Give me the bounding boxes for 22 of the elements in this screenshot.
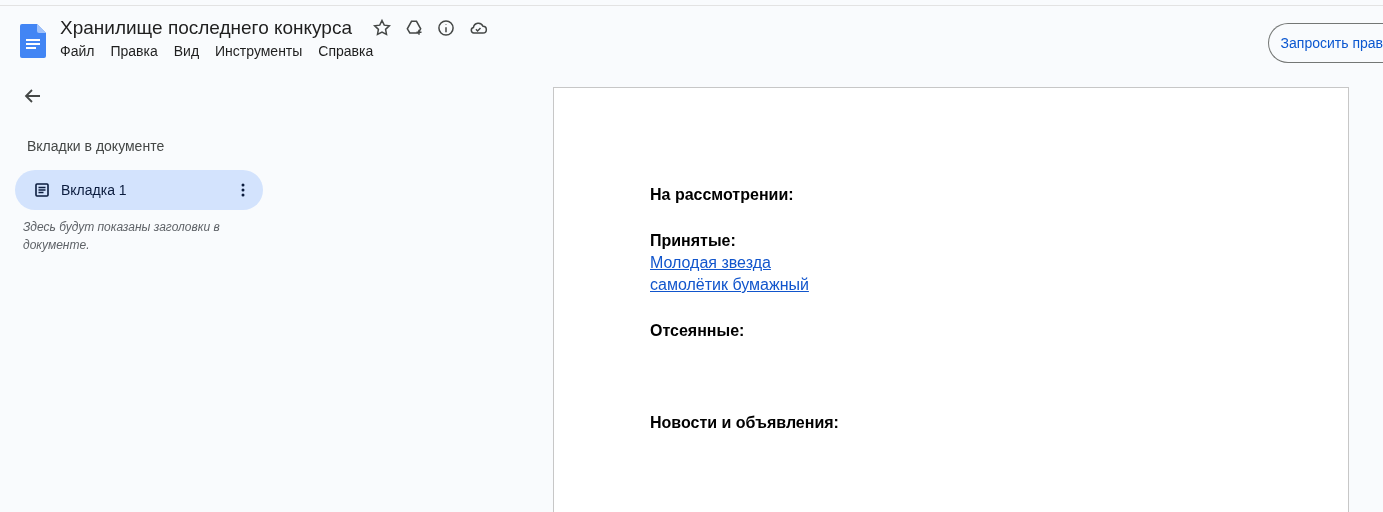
section-heading: Отсеянные: [650,321,746,341]
menu-item[interactable]: Правка [110,43,158,59]
menu-item[interactable]: Справка [318,43,374,59]
docs-logo-icon[interactable] [20,24,46,58]
document-link[interactable]: самолётик бумажный [650,274,809,296]
tabs-heading: Вкладки в документе [27,138,166,154]
document-tab[interactable]: Вкладка 1 [15,170,263,210]
section-heading: Принятые: [650,231,737,251]
menu-item[interactable]: Инструменты [215,43,303,59]
star-icon[interactable] [372,18,392,38]
info-icon[interactable] [436,18,456,38]
menu-item[interactable]: Вид [173,43,200,59]
document-icon [35,183,49,197]
more-vertical-icon[interactable] [241,183,245,197]
drive-plus-icon[interactable] [404,18,424,38]
document-title[interactable]: Хранилище последнего конкурса [60,17,352,39]
section-heading: На рассмотрении: [650,185,795,205]
tab-label: Вкладка 1 [61,182,128,198]
document-link[interactable]: Молодая звезда [650,252,771,274]
menu-item[interactable]: Файл [60,43,95,59]
outline-hint: Здесь будут показаны заголовки в документе. [23,219,221,254]
section-heading: Новости и объявления: [650,413,840,433]
